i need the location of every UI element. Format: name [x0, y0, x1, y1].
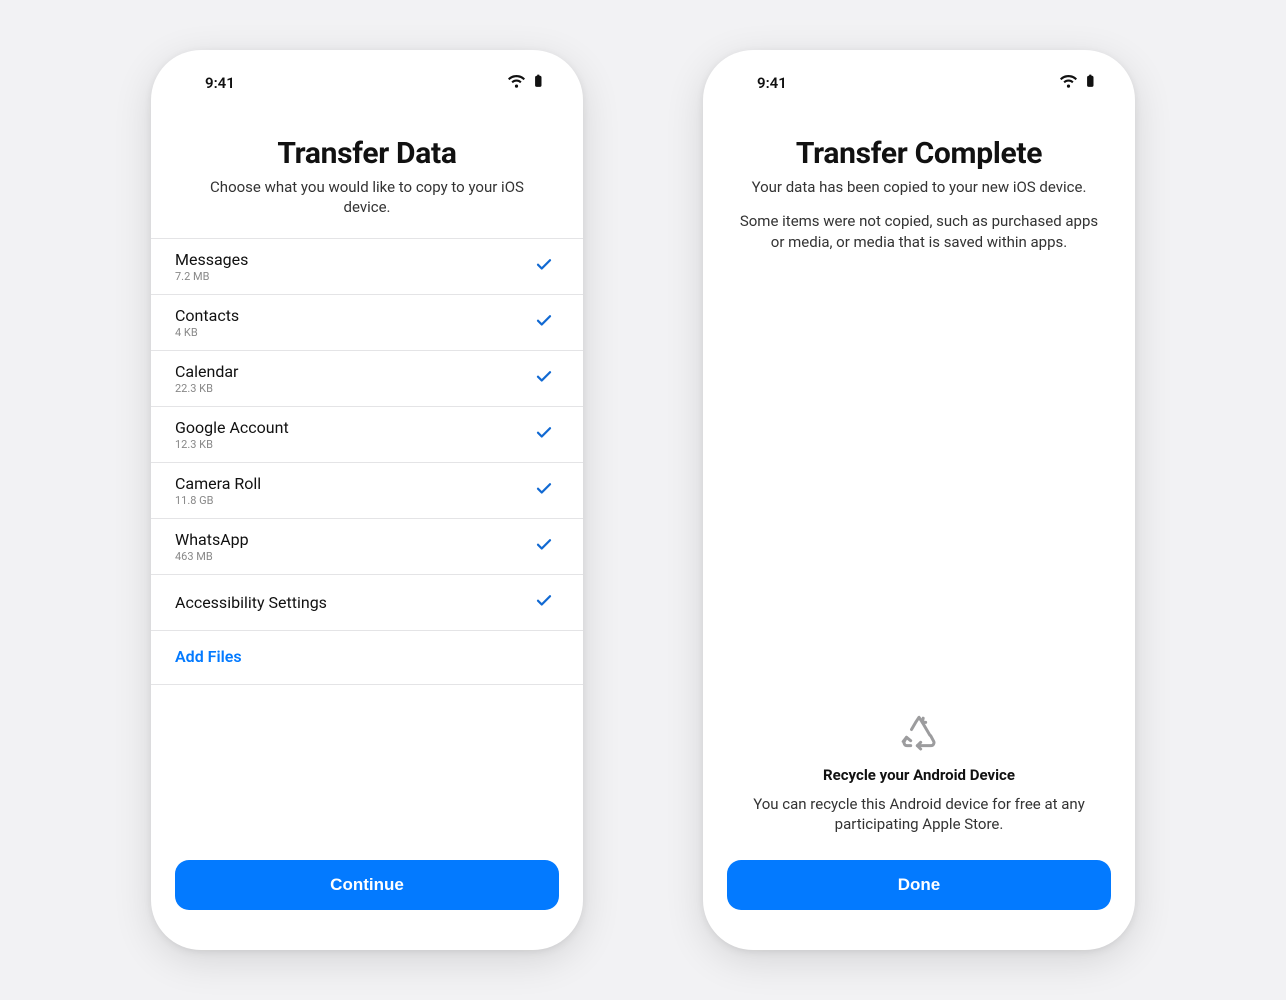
- battery-icon: [531, 74, 545, 92]
- status-indicators: [1060, 74, 1097, 92]
- item-label: Google Account: [175, 418, 289, 437]
- list-item[interactable]: WhatsApp 463 MB: [151, 519, 583, 575]
- status-bar: 9:41: [151, 50, 583, 102]
- item-size: 7.2 MB: [175, 270, 248, 283]
- list-item[interactable]: Accessibility Settings: [151, 575, 583, 631]
- check-icon: [535, 367, 553, 389]
- list-item[interactable]: Camera Roll 11.8 GB: [151, 463, 583, 519]
- item-label: Accessibility Settings: [175, 593, 327, 612]
- status-time: 9:41: [757, 74, 787, 92]
- status-time: 9:41: [205, 74, 235, 92]
- page-subtitle: Your data has been copied to your new iO…: [733, 177, 1105, 197]
- header: Transfer Complete Your data has been cop…: [703, 102, 1135, 272]
- wifi-icon: [1060, 74, 1077, 92]
- item-size: 463 MB: [175, 550, 249, 563]
- status-bar: 9:41: [703, 50, 1135, 102]
- item-label: WhatsApp: [175, 530, 249, 549]
- footer: Done: [703, 844, 1135, 950]
- footer: Continue: [151, 844, 583, 950]
- check-icon: [535, 535, 553, 557]
- item-size: 22.3 KB: [175, 382, 238, 395]
- check-icon: [535, 423, 553, 445]
- page-subtitle-secondary: Some items were not copied, such as purc…: [733, 211, 1105, 252]
- done-button[interactable]: Done: [727, 860, 1111, 910]
- item-size: 12.3 KB: [175, 438, 289, 451]
- phone-screen-transfer-complete: 9:41 Transfer Complete Your data has bee…: [703, 50, 1135, 950]
- status-indicators: [508, 74, 545, 92]
- item-label: Contacts: [175, 306, 239, 325]
- check-icon: [535, 479, 553, 501]
- recycle-text: You can recycle this Android device for …: [731, 794, 1107, 835]
- continue-button[interactable]: Continue: [175, 860, 559, 910]
- list-item[interactable]: Contacts 4 KB: [151, 295, 583, 351]
- transfer-items-list: Messages 7.2 MB Contacts 4 KB Calendar 2…: [151, 238, 583, 685]
- header: Transfer Data Choose what you would like…: [151, 102, 583, 238]
- page-subtitle: Choose what you would like to copy to yo…: [181, 177, 553, 218]
- recycle-info: Recycle your Android Device You can recy…: [703, 714, 1135, 845]
- item-label: Camera Roll: [175, 474, 261, 493]
- item-size: 4 KB: [175, 326, 239, 339]
- battery-icon: [1083, 74, 1097, 92]
- item-label: Calendar: [175, 362, 238, 381]
- item-size: 11.8 GB: [175, 494, 261, 507]
- page-title: Transfer Data: [181, 136, 553, 171]
- phone-screen-transfer-data: 9:41 Transfer Data Choose what you would…: [151, 50, 583, 950]
- list-item[interactable]: Messages 7.2 MB: [151, 239, 583, 295]
- wifi-icon: [508, 74, 525, 92]
- recycle-icon: [899, 714, 939, 758]
- list-item[interactable]: Google Account 12.3 KB: [151, 407, 583, 463]
- list-item[interactable]: Calendar 22.3 KB: [151, 351, 583, 407]
- item-label: Messages: [175, 250, 248, 269]
- check-icon: [535, 311, 553, 333]
- add-files-button[interactable]: Add Files: [151, 631, 583, 685]
- recycle-title: Recycle your Android Device: [731, 766, 1107, 784]
- check-icon: [535, 591, 553, 613]
- page-title: Transfer Complete: [733, 136, 1105, 171]
- check-icon: [535, 255, 553, 277]
